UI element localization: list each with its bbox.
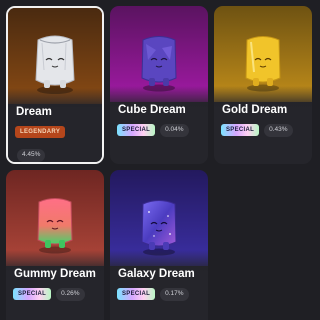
item-grid: Dream LEGENDARY 4.45% Cube Dream SPECIAL… [0, 0, 320, 320]
item-card-cube-dream[interactable]: Cube Dream SPECIAL 0.04% [110, 6, 208, 164]
drop-rate: 0.04% [160, 124, 189, 137]
galaxy-dream-mascot-icon [141, 200, 177, 256]
rarity-badge: LEGENDARY [15, 126, 66, 138]
dream-mascot-icon [35, 35, 75, 94]
gold-dream-mascot-icon [245, 36, 281, 92]
cube-dream-mascot-icon [141, 36, 177, 92]
drop-rate: 0.43% [264, 124, 293, 137]
drop-rate: 0.17% [160, 288, 189, 301]
rarity-badge: SPECIAL [117, 288, 156, 301]
card-title: Galaxy Dream [118, 268, 195, 280]
item-card-gummy-dream[interactable]: Gummy Dream SPECIAL 0.26% [6, 170, 104, 320]
drop-rate: 0.26% [56, 288, 85, 301]
card-title: Gold Dream [222, 104, 288, 116]
card-title: Dream [16, 106, 52, 118]
item-card-dream[interactable]: Dream LEGENDARY 4.45% [6, 6, 104, 164]
rarity-badge: SPECIAL [221, 124, 260, 137]
card-title: Cube Dream [118, 104, 186, 116]
rarity-badge: SPECIAL [117, 124, 156, 137]
item-card-galaxy-dream[interactable]: Galaxy Dream SPECIAL 0.17% [110, 170, 208, 320]
rarity-badge: SPECIAL [13, 288, 52, 301]
gummy-dream-mascot-icon [37, 198, 73, 254]
card-title: Gummy Dream [14, 268, 96, 280]
item-card-gold-dream[interactable]: Gold Dream SPECIAL 0.43% [214, 6, 312, 164]
drop-rate: 4.45% [17, 149, 46, 162]
